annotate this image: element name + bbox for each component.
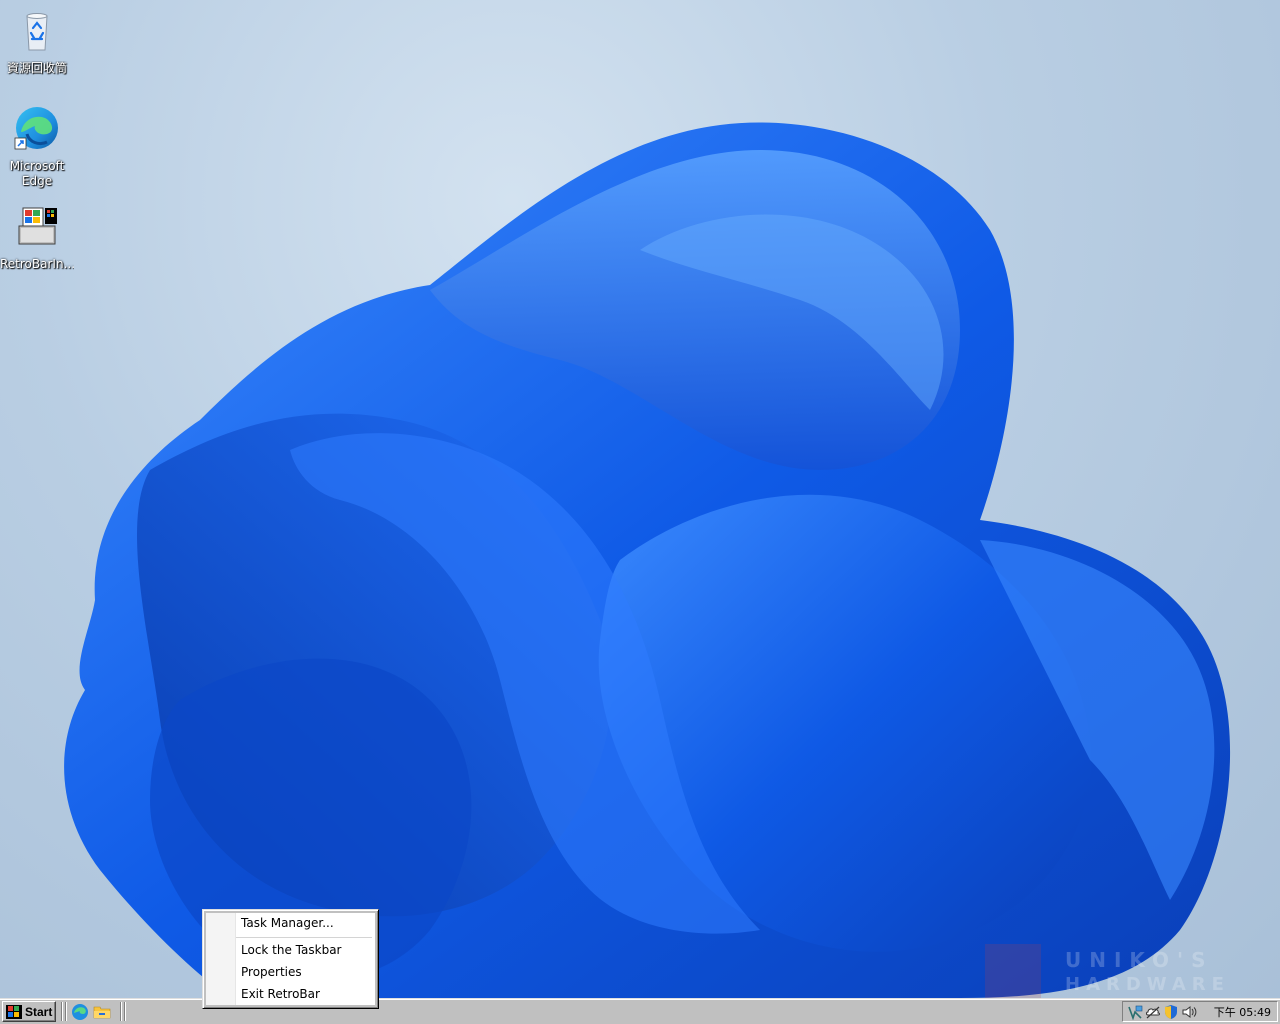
edge-icon[interactable] xyxy=(71,1003,89,1021)
clock[interactable]: 下午 05:49 xyxy=(1214,1004,1271,1020)
desktop-icon-label: 資源回收筒 xyxy=(6,61,67,75)
watermark-line1: UNIKO'S xyxy=(1065,948,1214,972)
taskbar-separator xyxy=(124,1002,126,1021)
menu-item-properties[interactable]: Properties xyxy=(206,962,375,982)
taskbar-context-menu: Task Manager... Lock the Taskbar Propert… xyxy=(202,909,379,1009)
taskbar[interactable]: Start 下午 05:49 xyxy=(0,998,1280,1024)
desktop-icon-edge[interactable]: Microsoft Edge xyxy=(0,104,74,189)
taskbar-separator xyxy=(61,1002,63,1021)
taskbar-separator xyxy=(65,1002,67,1021)
system-tray: 下午 05:49 xyxy=(1122,1001,1278,1022)
desktop-icon-label-line2: Edge xyxy=(21,174,53,188)
volume-icon[interactable] xyxy=(1181,1004,1197,1020)
desktop-icon-retrobar-installer[interactable]: RetroBarIn... xyxy=(0,202,74,272)
start-label: Start xyxy=(25,1004,53,1019)
taskbar-separator xyxy=(120,1002,122,1021)
menu-separator xyxy=(236,937,372,938)
edge-icon xyxy=(14,107,58,150)
security-shield-icon[interactable] xyxy=(1163,1004,1179,1020)
wallpaper-bloom xyxy=(64,122,1231,998)
desktop-icon-label: RetroBarIn... xyxy=(0,257,74,271)
watermark-logo xyxy=(985,944,1041,998)
desktop[interactable]: 資源回收筒 Microsoft Edge RetroBarIn... UNIKO… xyxy=(0,0,1280,998)
menu-item-lock-taskbar[interactable]: Lock the Taskbar xyxy=(206,940,375,960)
menu-item-exit-retrobar[interactable]: Exit RetroBar xyxy=(206,984,375,1004)
retrobar-installer-icon xyxy=(18,207,57,245)
desktop-icon-recycle-bin[interactable]: 資源回收筒 xyxy=(0,6,74,76)
watermark: UNIKO'S HARDWARE xyxy=(985,944,1235,998)
recycle-bin-icon xyxy=(26,13,48,51)
context-menu-body: Task Manager... Lock the Taskbar Propert… xyxy=(206,913,375,1005)
watermark-line2: HARDWARE xyxy=(1065,974,1230,995)
desktop-icon-label-line1: Microsoft xyxy=(9,159,65,173)
file-explorer-icon[interactable] xyxy=(93,1003,111,1021)
network-icon[interactable] xyxy=(1127,1004,1143,1020)
start-button[interactable]: Start xyxy=(2,1001,56,1022)
menu-item-task-manager[interactable]: Task Manager... xyxy=(206,913,375,933)
windows-logo-icon xyxy=(6,1004,22,1019)
onedrive-icon[interactable] xyxy=(1145,1004,1161,1020)
